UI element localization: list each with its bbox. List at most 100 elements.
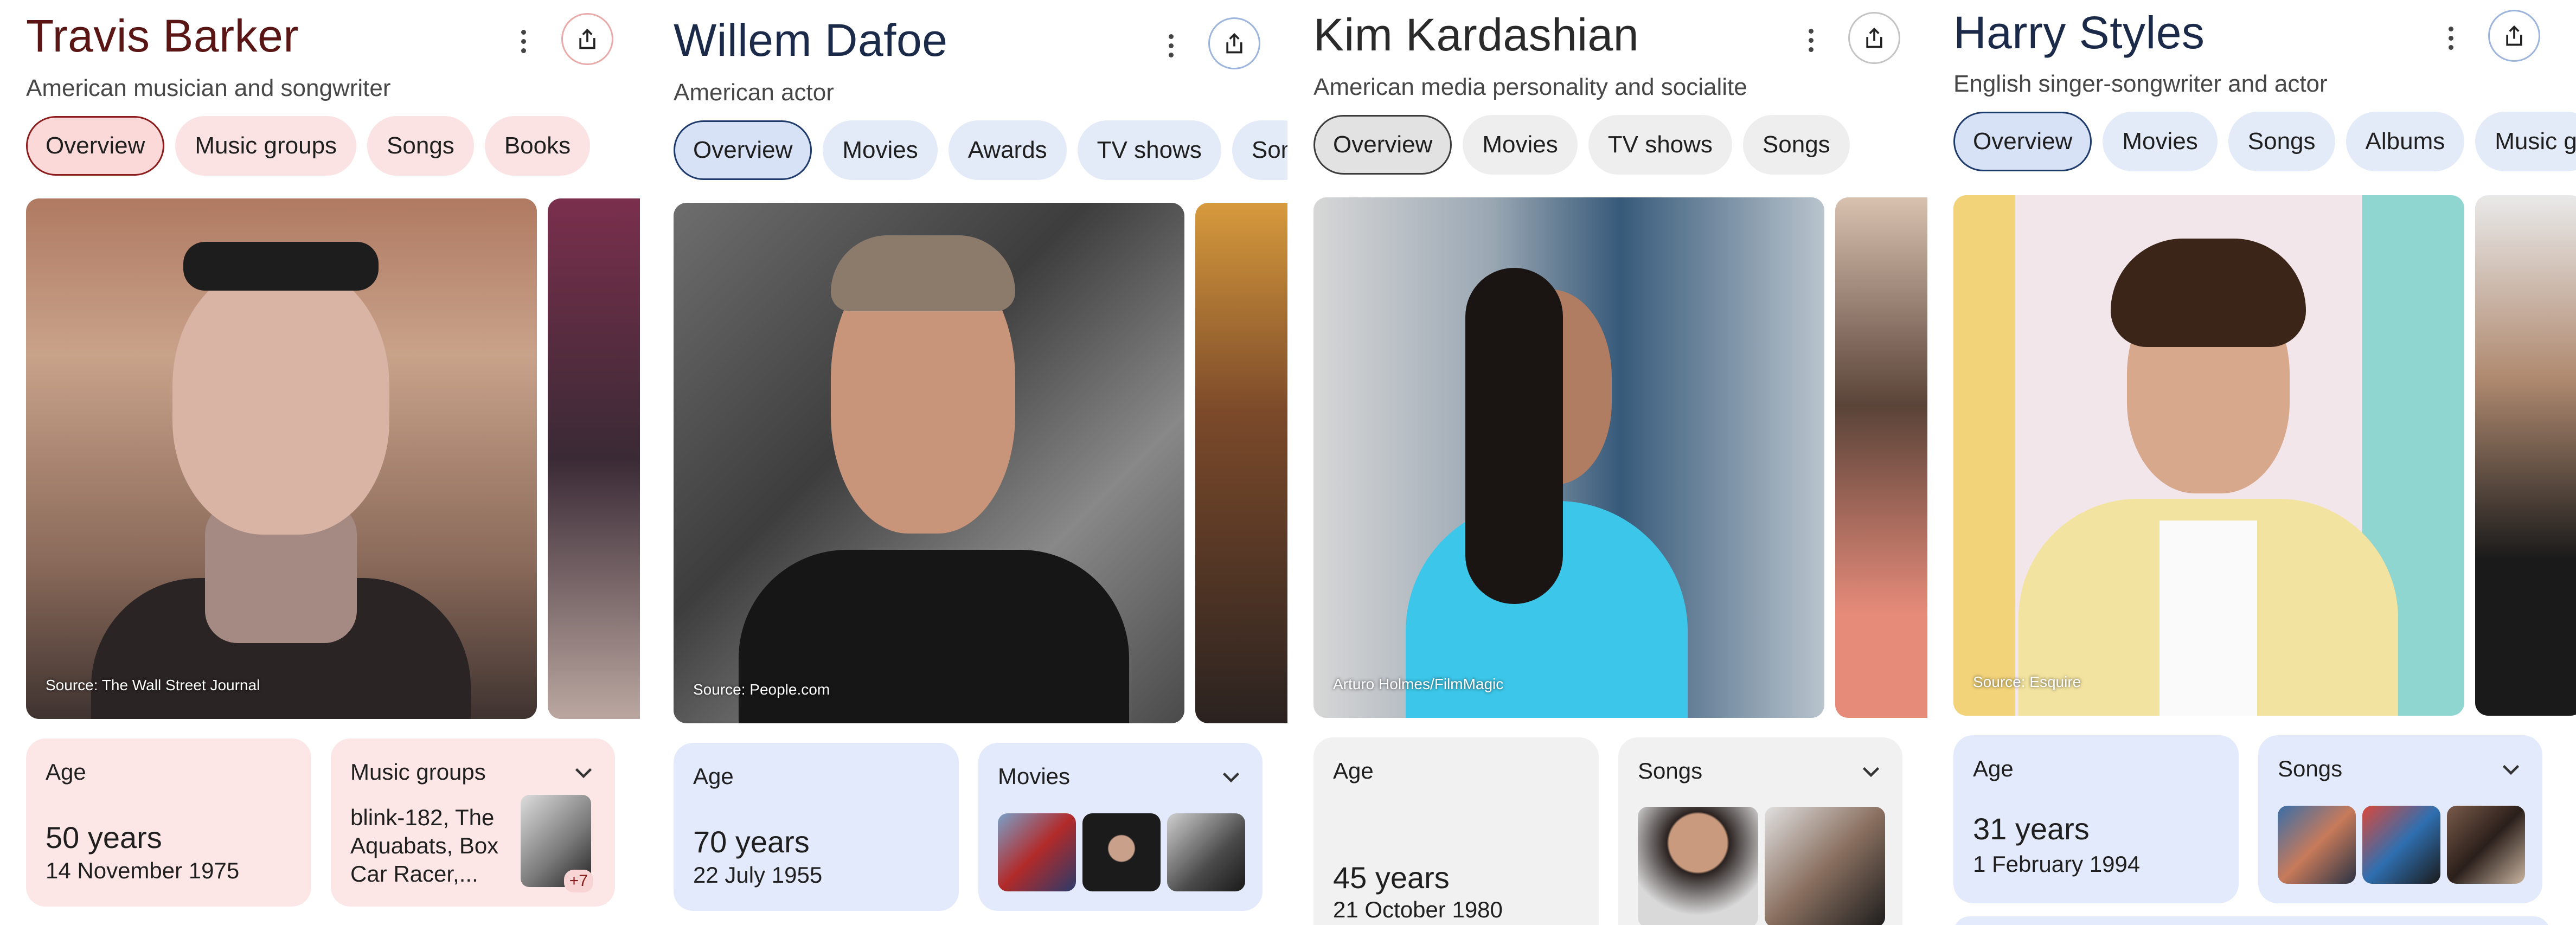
entity-title: Kim Kardashian xyxy=(1313,9,1639,60)
knowledge-panel-willem-dafoe: Willem Dafoe American actor Overview Mov… xyxy=(648,0,1287,925)
next-photo[interactable] xyxy=(2475,195,2576,716)
tab-movies[interactable]: Movies xyxy=(2103,112,2218,171)
chevron-down-icon[interactable] xyxy=(574,767,593,780)
music-groups-list: blink-182, The Aquabats, Box Car Racer,.… xyxy=(350,805,499,887)
next-photo[interactable] xyxy=(548,198,640,719)
song-thumbnails xyxy=(2278,806,2525,884)
share-icon xyxy=(2506,25,2522,46)
dot-icon xyxy=(521,29,526,35)
songs-card[interactable]: Songs xyxy=(1618,737,1902,925)
tab-tv-shows[interactable]: TV shows xyxy=(1588,115,1732,175)
tab-albums[interactable]: Albums xyxy=(2346,112,2465,171)
dot-icon xyxy=(1808,28,1814,34)
age-card[interactable]: Age 70 years 22 July 1955 xyxy=(674,743,959,911)
song-thumbnail[interactable] xyxy=(1765,807,1885,925)
main-photo[interactable]: Source: People.com xyxy=(674,203,1184,723)
tab-bar: Overview Music groups Songs Books xyxy=(26,116,591,176)
tab-bar: Overview Movies Songs Albums Music g xyxy=(1953,112,2576,171)
song-thumbnail[interactable] xyxy=(2278,806,2356,884)
tab-books[interactable]: Books xyxy=(484,116,591,176)
dot-icon xyxy=(1168,52,1174,57)
tab-overview[interactable]: Overview xyxy=(1953,112,2092,171)
more-options-button[interactable] xyxy=(2434,16,2467,60)
song-thumbnail[interactable] xyxy=(2447,806,2525,884)
song-thumbnails xyxy=(1638,807,1885,925)
dot-icon xyxy=(2448,35,2453,41)
more-options-button[interactable] xyxy=(507,20,540,63)
music-groups-card[interactable]: Music groups blink-182, The Aquabats, Bo… xyxy=(331,738,615,907)
photo-source: Source: People.com xyxy=(693,681,830,698)
dot-icon xyxy=(1168,34,1174,39)
next-photo[interactable] xyxy=(1195,203,1287,723)
tab-overview[interactable]: Overview xyxy=(674,120,812,180)
age-label: Age xyxy=(1333,758,1374,783)
tab-songs[interactable]: Songs xyxy=(1742,115,1850,175)
share-button[interactable] xyxy=(561,13,613,65)
age-card[interactable]: Age 50 years 14 November 1975 xyxy=(26,738,311,907)
photo-source: Source: Esquire xyxy=(1973,673,2081,690)
tab-music-groups[interactable]: Music groups xyxy=(175,116,357,176)
movies-label: Movies xyxy=(998,763,1071,789)
tab-awards[interactable]: Awards xyxy=(948,120,1067,180)
songs-card[interactable]: Songs xyxy=(2258,735,2542,903)
birth-date: 22 July 1955 xyxy=(693,862,823,888)
more-options-button[interactable] xyxy=(1155,24,1187,67)
knowledge-panel-kim-kardashian: Kim Kardashian American media personalit… xyxy=(1287,0,1927,925)
age-card[interactable]: Age 45 years 21 October 1980 xyxy=(1313,737,1599,925)
chevron-down-icon[interactable] xyxy=(1861,766,1881,779)
tab-music-groups[interactable]: Music g xyxy=(2475,112,2576,171)
share-icon xyxy=(579,28,595,49)
knowledge-panel-harry-styles: Harry Styles English singer-songwriter a… xyxy=(1927,0,2576,925)
chevron-down-icon[interactable] xyxy=(1221,771,1241,784)
dot-icon xyxy=(1808,37,1814,43)
tab-movies[interactable]: Movies xyxy=(823,120,938,180)
age-value: 50 years xyxy=(46,820,162,855)
knowledge-panel-travis-barker: Travis Barker American musician and song… xyxy=(0,0,640,925)
main-photo[interactable]: Arturo Holmes/FilmMagic xyxy=(1313,197,1824,718)
tab-songs[interactable]: Songs xyxy=(2228,112,2335,171)
main-photo[interactable]: Source: Esquire xyxy=(1953,195,2464,716)
age-label: Age xyxy=(46,759,86,785)
tab-songs[interactable]: Son xyxy=(1232,120,1287,180)
age-value: 45 years xyxy=(1333,860,1450,895)
dot-icon xyxy=(521,38,526,44)
tab-overview[interactable]: Overview xyxy=(1313,115,1452,175)
music-groups-thumbnail[interactable]: +7 xyxy=(521,795,593,892)
dot-icon xyxy=(2448,26,2453,31)
tab-overview[interactable]: Overview xyxy=(26,116,165,176)
more-options-button[interactable] xyxy=(1795,18,1827,62)
tab-movies[interactable]: Movies xyxy=(1463,115,1578,175)
song-thumbnail[interactable] xyxy=(2362,806,2440,884)
tab-bar: Overview Movies Awards TV shows Son xyxy=(674,120,1287,180)
next-photo[interactable] xyxy=(1835,197,1927,718)
dot-icon xyxy=(2448,44,2453,50)
age-card[interactable]: Age 31 years 1 February 1994 xyxy=(1953,735,2239,903)
movies-card[interactable]: Movies xyxy=(978,743,1263,911)
entity-subtitle: American media personality and socialite xyxy=(1313,74,1747,100)
song-thumbnail[interactable] xyxy=(1638,807,1758,925)
main-photo[interactable]: Source: The Wall Street Journal xyxy=(26,198,537,719)
tab-tv-shows[interactable]: TV shows xyxy=(1077,120,1221,180)
music-groups-label: Music groups xyxy=(350,759,486,785)
age-value: 70 years xyxy=(693,825,810,859)
photo-source: Source: The Wall Street Journal xyxy=(46,677,260,693)
movie-thumbnail[interactable] xyxy=(1082,813,1161,891)
birth-date: 21 October 1980 xyxy=(1333,897,1503,922)
songs-label: Songs xyxy=(1638,758,1703,783)
age-value: 31 years xyxy=(1973,812,2090,846)
movie-thumbnails xyxy=(998,813,1245,891)
share-button[interactable] xyxy=(1848,12,1900,64)
movie-thumbnail[interactable] xyxy=(998,813,1076,891)
share-button[interactable] xyxy=(1208,17,1260,69)
chevron-down-icon[interactable] xyxy=(2501,763,2521,776)
dot-icon xyxy=(1168,43,1174,48)
share-icon xyxy=(1866,27,1882,48)
share-button[interactable] xyxy=(2488,10,2540,62)
movie-thumbnail[interactable] xyxy=(1167,813,1245,891)
tab-bar: Overview Movies TV shows Songs xyxy=(1313,115,1850,175)
entity-title: Willem Dafoe xyxy=(674,15,948,66)
entity-title: Travis Barker xyxy=(26,10,299,61)
songs-label: Songs xyxy=(2278,756,2343,781)
tab-songs[interactable]: Songs xyxy=(367,116,474,176)
dot-icon xyxy=(521,48,526,53)
